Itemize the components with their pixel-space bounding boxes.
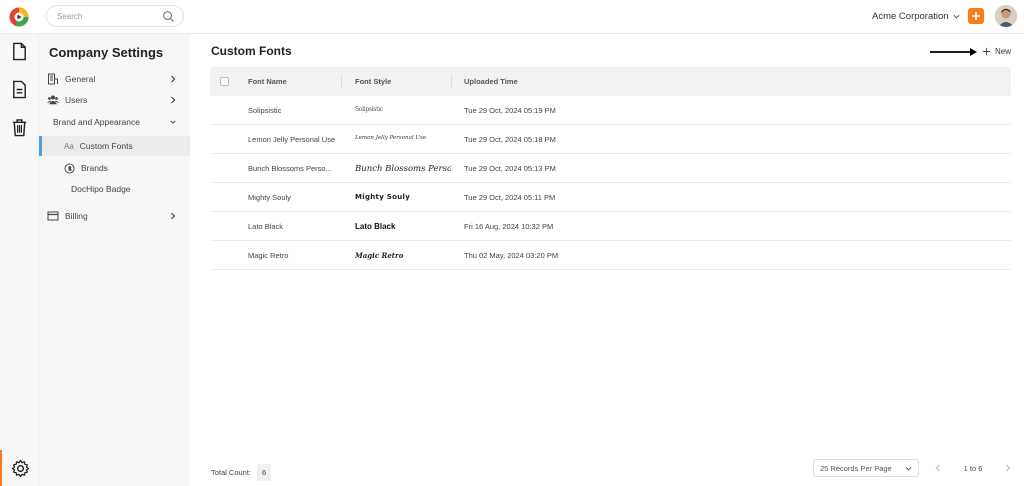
documents-icon[interactable] xyxy=(10,42,29,61)
font-style-preview: Solipsistic xyxy=(355,106,383,113)
arrow-right-icon xyxy=(930,48,977,56)
table-header: Font Name Font Style Uploaded Time xyxy=(210,67,1011,96)
sidebar-item-label: Brands xyxy=(81,163,108,173)
sidebar-item-label: General xyxy=(65,74,96,84)
total-count-label: Total Count: xyxy=(211,468,252,477)
brand-icon xyxy=(64,162,75,174)
sidebar-item-label: Brand and Appearance xyxy=(53,117,140,127)
sidebar-item-general[interactable]: General xyxy=(39,69,190,89)
table-row[interactable]: Lato Black Lato Black Fri 16 Aug, 2024 1… xyxy=(210,212,1011,241)
sidebar-item-label: Users xyxy=(65,95,88,105)
font-name-cell: Mighty Souly xyxy=(248,193,291,202)
sidebar-item-dochipo-badge[interactable]: DocHipo Badge xyxy=(39,179,190,199)
font-style-preview: Lato Black xyxy=(355,222,396,231)
font-name-cell: Bunch Blossoms Perso... xyxy=(248,164,332,173)
plus-icon xyxy=(982,47,991,56)
column-header-font-style[interactable]: Font Style xyxy=(355,77,391,86)
pagination: 1 to 6 xyxy=(931,459,1015,477)
sidebar-item-brands[interactable]: Brands xyxy=(39,158,190,178)
table-row[interactable]: Bunch Blossoms Perso... Bunch Blossoms P… xyxy=(210,154,1011,183)
settings-sidebar: Company Settings General Users Brand and… xyxy=(39,34,190,486)
font-style-preview: Mighty Souly xyxy=(355,193,411,201)
new-font-button[interactable]: New xyxy=(982,47,1011,56)
app-logo-icon[interactable] xyxy=(9,7,29,27)
column-header-font-name[interactable]: Font Name xyxy=(248,77,287,86)
chevron-right-icon xyxy=(171,212,176,220)
uploaded-time-cell: Fri 16 Aug, 2024 10:32 PM xyxy=(464,222,554,231)
table-row[interactable]: Lemon Jelly Personal Use Lemon Jelly Per… xyxy=(210,125,1011,154)
chevron-left-icon xyxy=(935,464,940,472)
sidebar-item-users[interactable]: Users xyxy=(39,90,190,110)
search-icon[interactable] xyxy=(162,10,175,23)
search-placeholder: Search xyxy=(57,12,83,21)
page-range: 1 to 6 xyxy=(963,463,983,473)
page-title: Custom Fonts xyxy=(211,44,292,58)
next-page-button[interactable] xyxy=(1001,459,1015,477)
top-bar: Search Acme Corporation xyxy=(0,0,1024,34)
chevron-down-icon xyxy=(905,466,912,471)
sidebar-item-label: Billing xyxy=(65,211,88,221)
records-per-page-value: 25 Records Per Page xyxy=(820,463,892,473)
column-divider xyxy=(341,74,342,89)
chevron-down-icon xyxy=(953,14,960,19)
forms-icon[interactable] xyxy=(10,80,29,99)
trash-icon[interactable] xyxy=(10,118,29,137)
user-avatar[interactable] xyxy=(995,5,1017,27)
settings-rail-item[interactable] xyxy=(0,450,39,486)
previous-page-button[interactable] xyxy=(931,459,945,477)
table-row[interactable]: Solipsistic Solipsistic Tue 29 Oct, 2024… xyxy=(210,96,1011,125)
uploaded-time-cell: Thu 02 May, 2024 03:20 PM xyxy=(464,251,559,260)
search-input[interactable]: Search xyxy=(46,5,184,27)
table-row[interactable]: Mighty Souly Mighty Souly Tue 29 Oct, 20… xyxy=(210,183,1011,212)
sidebar-item-custom-fonts[interactable]: Aa Custom Fonts xyxy=(39,136,190,156)
sidebar-item-label: DocHipo Badge xyxy=(71,184,131,194)
chevron-down-icon xyxy=(170,120,176,124)
gear-icon xyxy=(11,459,30,478)
organization-name: Acme Corporation xyxy=(872,11,949,22)
new-font-label: New xyxy=(995,47,1012,56)
uploaded-time-cell: Tue 29 Oct, 2024 05:11 PM xyxy=(464,193,556,202)
table-row[interactable]: Magic Retro Magic Retro Thu 02 May, 2024… xyxy=(210,241,1011,270)
font-name-cell: Lato Black xyxy=(248,222,284,231)
font-aa-icon: Aa xyxy=(64,141,74,151)
font-style-preview: Bunch Blossoms Persona... xyxy=(355,164,451,174)
sidebar-title: Company Settings xyxy=(49,45,164,60)
add-button[interactable] xyxy=(968,8,984,24)
chevron-right-icon xyxy=(171,96,176,104)
left-icon-rail xyxy=(0,34,39,486)
sidebar-item-billing[interactable]: Billing xyxy=(39,206,190,226)
font-style-preview: Magic Retro xyxy=(355,251,404,260)
avatar-image xyxy=(995,5,1017,27)
column-divider xyxy=(451,74,452,89)
billing-icon xyxy=(47,211,59,221)
font-style-preview: Lemon Jelly Personal Use xyxy=(355,135,427,141)
font-name-cell: Lemon Jelly Personal Use xyxy=(248,135,336,144)
uploaded-time-cell: Tue 29 Oct, 2024 05:13 PM xyxy=(464,164,556,173)
uploaded-time-cell: Tue 29 Oct, 2024 05:19 PM xyxy=(464,106,556,115)
chevron-right-icon xyxy=(171,75,176,83)
records-per-page-select[interactable]: 25 Records Per Page xyxy=(813,459,919,477)
users-icon xyxy=(47,95,59,105)
font-name-cell: Solipsistic xyxy=(248,106,282,115)
sidebar-item-label: Custom Fonts xyxy=(79,141,133,151)
sidebar-item-brand-and-appearance[interactable]: Brand and Appearance xyxy=(39,112,190,132)
building-icon xyxy=(48,73,58,85)
column-header-uploaded-time[interactable]: Uploaded Time xyxy=(464,77,518,86)
total-count: Total Count: 6 xyxy=(211,464,272,481)
chevron-right-icon xyxy=(1006,464,1011,472)
organization-switcher[interactable]: Acme Corporation xyxy=(872,11,960,22)
total-count-badge: 6 xyxy=(257,464,272,481)
select-all-checkbox[interactable] xyxy=(220,77,229,86)
font-name-cell: Magic Retro xyxy=(248,251,289,260)
uploaded-time-cell: Tue 29 Oct, 2024 05:18 PM xyxy=(464,135,556,144)
plus-icon xyxy=(972,12,980,20)
